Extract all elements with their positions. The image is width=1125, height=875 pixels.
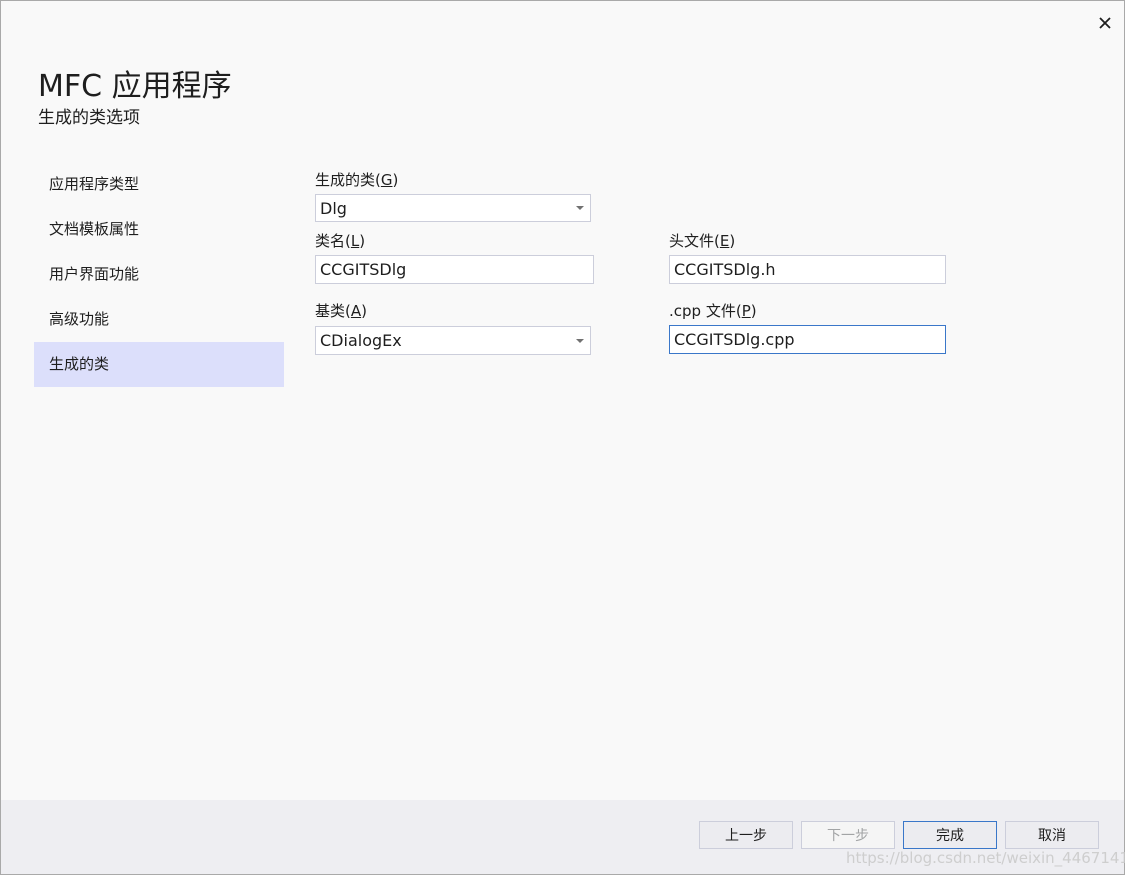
nav-item-advanced[interactable]: 高级功能: [34, 297, 284, 342]
header-file-label: 头文件(E): [669, 232, 736, 250]
page-title: MFC 应用程序: [38, 69, 232, 104]
watermark: https://blog.csdn.net/weixin_44671418: [846, 849, 1125, 867]
generated-class-label: 生成的类(G): [315, 171, 399, 189]
next-button[interactable]: 下一步: [801, 821, 895, 849]
chevron-down-icon: [576, 338, 584, 343]
class-name-input[interactable]: CCGITSDlg: [315, 255, 594, 284]
nav-item-generated-classes[interactable]: 生成的类: [34, 342, 284, 387]
base-class-combo[interactable]: CDialogEx: [315, 326, 591, 355]
close-icon: [1099, 17, 1111, 29]
class-name-label: 类名(L): [315, 232, 366, 250]
base-class-value: CDialogEx: [320, 331, 402, 350]
base-class-label: 基类(A): [315, 302, 367, 320]
generated-class-combo[interactable]: Dlg: [315, 194, 591, 222]
cpp-file-label: .cpp 文件(P): [669, 302, 757, 320]
cancel-button[interactable]: 取消: [1005, 821, 1099, 849]
finish-button[interactable]: 完成: [903, 821, 997, 849]
prev-button[interactable]: 上一步: [699, 821, 793, 849]
chevron-down-icon: [576, 206, 584, 210]
header-file-input[interactable]: CCGITSDlg.h: [669, 255, 946, 284]
page-subtitle: 生成的类选项: [38, 108, 140, 128]
mfc-wizard-dialog: MFC 应用程序 生成的类选项 应用程序类型 文档模板属性 用户界面功能 高级功…: [0, 0, 1125, 875]
nav-item-doc-template[interactable]: 文档模板属性: [34, 207, 284, 252]
cpp-file-input[interactable]: CCGITSDlg.cpp: [669, 325, 946, 354]
wizard-nav: 应用程序类型 文档模板属性 用户界面功能 高级功能 生成的类: [34, 162, 284, 387]
nav-item-app-type[interactable]: 应用程序类型: [34, 162, 284, 207]
close-button[interactable]: [1093, 11, 1117, 35]
generated-class-value: Dlg: [320, 198, 347, 218]
nav-item-ui-features[interactable]: 用户界面功能: [34, 252, 284, 297]
